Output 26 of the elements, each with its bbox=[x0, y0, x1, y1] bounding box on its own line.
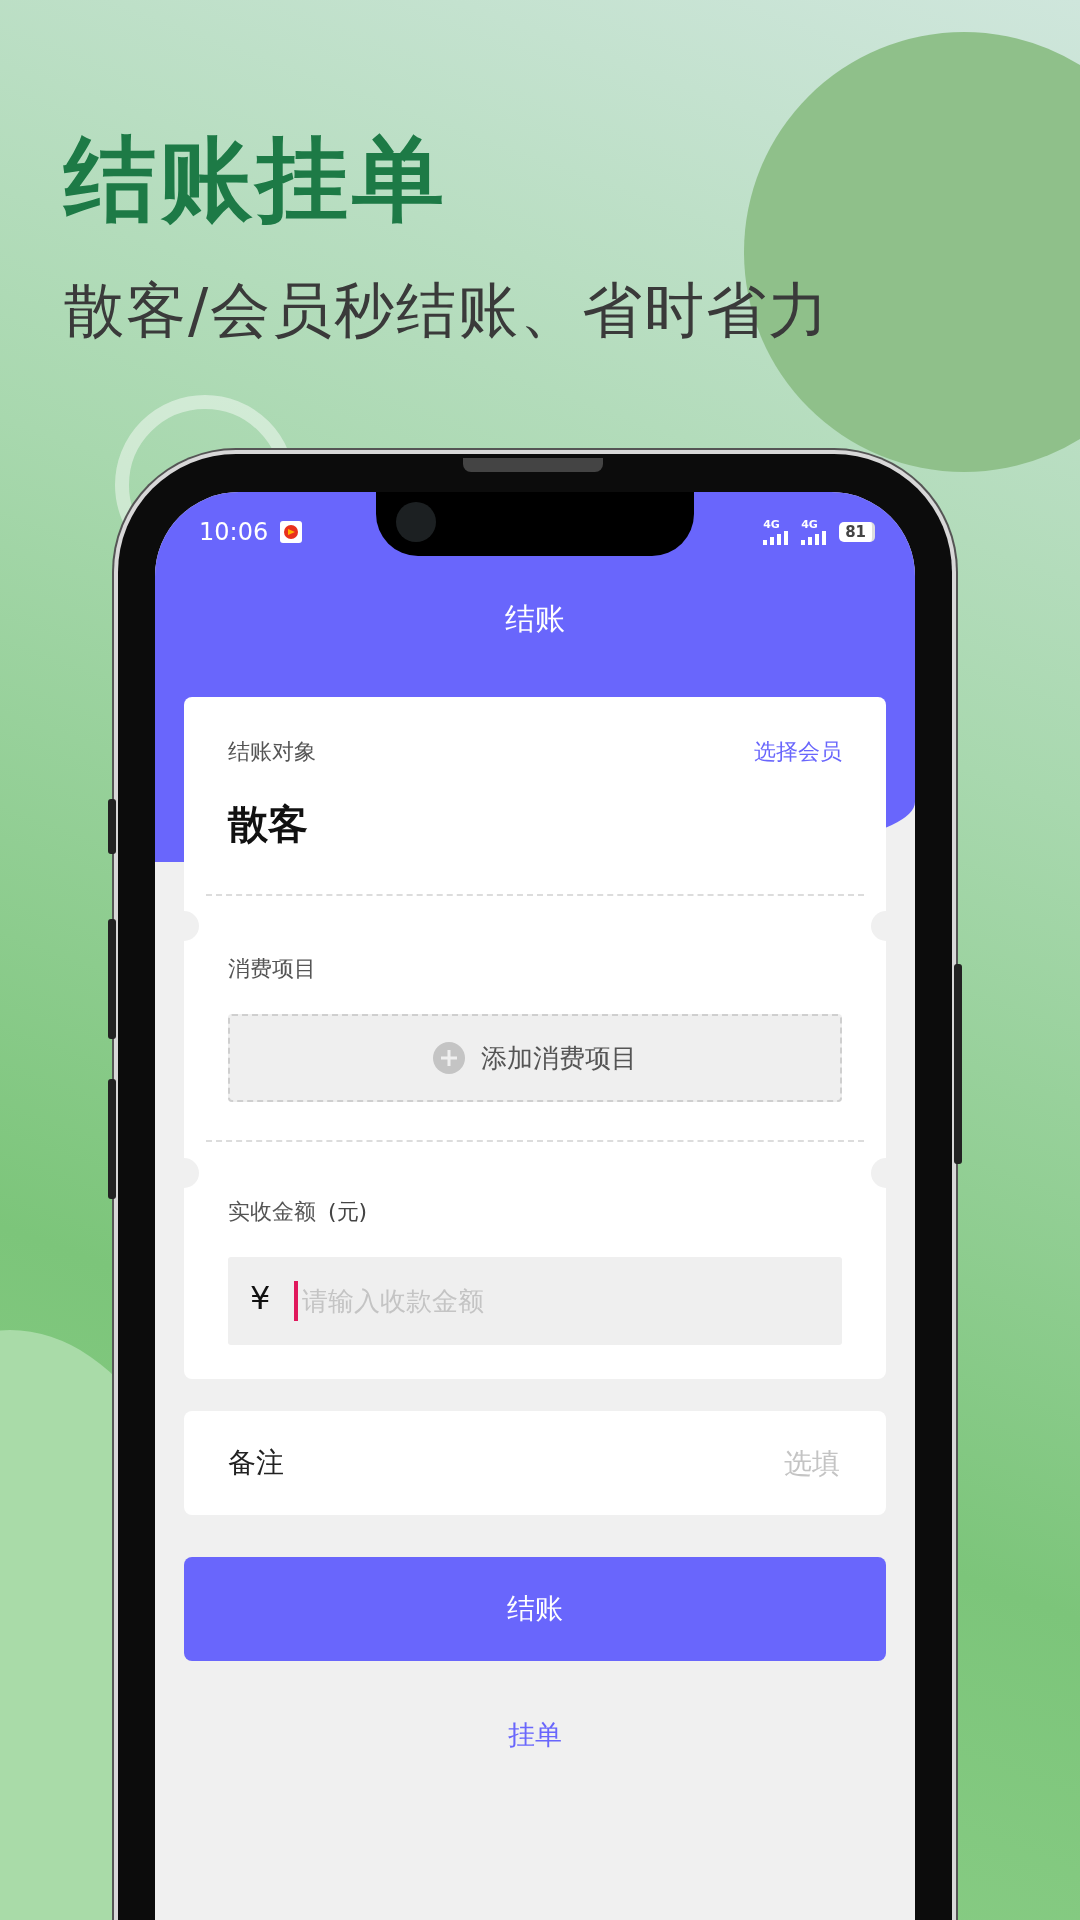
plus-icon bbox=[433, 1042, 465, 1074]
hold-order-link[interactable]: 挂单 bbox=[508, 1717, 562, 1753]
signal-icon bbox=[801, 531, 828, 545]
text-cursor bbox=[294, 1281, 298, 1321]
field-label: 结账对象 bbox=[228, 738, 316, 766]
field-label: 实收金额 bbox=[228, 1198, 316, 1226]
network-label: 4G bbox=[801, 519, 818, 530]
add-item-button[interactable]: 添加消费项目 bbox=[228, 1014, 842, 1102]
remark-field[interactable]: 备注 选填 bbox=[184, 1411, 886, 1515]
currency-symbol: ¥ bbox=[250, 1279, 271, 1317]
app-notification-icon bbox=[280, 521, 303, 543]
signal-icon bbox=[763, 531, 790, 545]
status-time: 10:06 bbox=[199, 518, 269, 546]
select-member-link[interactable]: 选择会员 bbox=[754, 737, 842, 767]
screen-title: 结账 bbox=[505, 600, 565, 638]
battery-indicator: 81 bbox=[839, 522, 875, 542]
headline: 结账挂单 bbox=[62, 125, 449, 232]
network-label: 4G bbox=[763, 519, 780, 530]
camera-icon bbox=[396, 502, 436, 542]
unit-label: (元) bbox=[328, 1198, 368, 1226]
customer-type: 散客 bbox=[228, 800, 309, 849]
field-label: 备注 bbox=[228, 1445, 284, 1481]
checkout-button[interactable]: 结账 bbox=[184, 1557, 886, 1661]
field-label: 消费项目 bbox=[228, 955, 317, 983]
remark-field[interactable]: 选填 bbox=[284, 1445, 842, 1481]
subheadline: 散客/会员秒结账、省时省力 bbox=[64, 274, 832, 347]
